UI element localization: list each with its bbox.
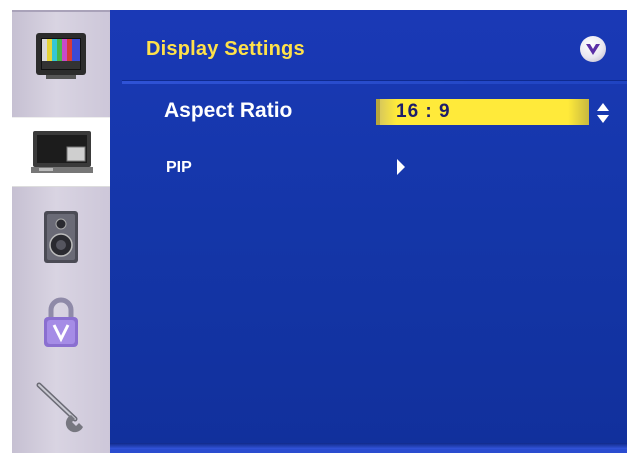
- chevron-right-icon[interactable]: [396, 158, 406, 176]
- osd-menu: Display Settings Aspect Ratio 16 : 9 PIP: [0, 0, 633, 459]
- aspect-ratio-value: 16 : 9: [396, 101, 451, 122]
- sidebar-item-setup[interactable]: [12, 370, 110, 440]
- sidebar: [12, 10, 112, 453]
- wrench-icon: [36, 382, 83, 433]
- aspect-ratio-selector[interactable]: 16 : 9: [376, 99, 589, 125]
- monitor-icon: [31, 131, 93, 173]
- pip-label[interactable]: PIP: [166, 159, 192, 177]
- page-title: Display Settings: [146, 38, 305, 60]
- title-divider: [122, 80, 627, 84]
- sidebar-item-display-settings[interactable]: [12, 117, 112, 187]
- sidebar-item-parental-lock[interactable]: [12, 287, 110, 357]
- vizio-v-logo-icon: [580, 36, 606, 62]
- sidebar-item-picture[interactable]: [12, 22, 110, 92]
- sidebar-item-audio[interactable]: [12, 202, 110, 272]
- lock-icon: [44, 297, 78, 347]
- settings-panel: Display Settings Aspect Ratio 16 : 9 PIP: [110, 10, 627, 453]
- speaker-icon: [44, 211, 78, 263]
- tv-color-bars-icon: [36, 33, 86, 79]
- up-down-arrows-icon[interactable]: [596, 102, 610, 124]
- aspect-ratio-label: Aspect Ratio: [164, 99, 293, 122]
